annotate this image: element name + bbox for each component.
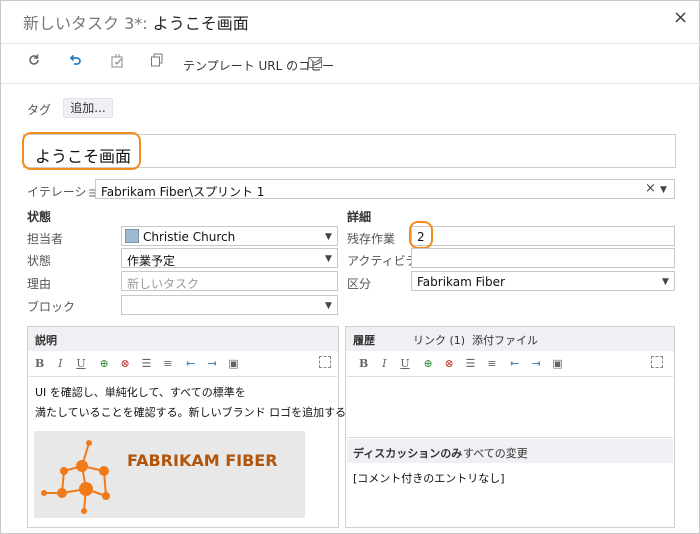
state-value: 作業予定 — [127, 254, 176, 268]
add-tag-button[interactable]: 追加... — [63, 98, 113, 118]
tab-history[interactable]: 履歴 — [353, 332, 375, 348]
state-label: 状態 — [27, 254, 52, 268]
save-template-icon[interactable] — [110, 53, 126, 73]
outdent-icon[interactable]: ⇤ — [186, 357, 195, 370]
dialog-title: 新しいタスク 3*: ようこそ画面 — [23, 10, 249, 34]
chevron-down-icon[interactable]: ▼ — [660, 185, 667, 195]
assigned-to-value: Christie Church — [143, 230, 236, 244]
maximize-icon[interactable] — [319, 356, 331, 368]
clear-icon[interactable]: × — [645, 181, 656, 196]
chevron-down-icon[interactable]: ▼ — [325, 301, 332, 311]
blocked-field[interactable] — [121, 295, 338, 315]
area-label: 区分 — [347, 277, 372, 291]
fabrikam-logo-image — [34, 431, 305, 518]
avatar — [125, 229, 139, 243]
logo-text: FABRIKAM FIBER — [127, 451, 278, 470]
history-format-toolbar: B I U ⊕ ⊗ ☰ ≡ ⇤ ⇥ ▣ — [359, 356, 569, 372]
underline-icon[interactable]: U — [400, 357, 409, 370]
remaining-work-field[interactable] — [411, 226, 675, 246]
reason-label: 理由 — [27, 277, 52, 291]
undo-icon[interactable] — [68, 53, 82, 71]
chevron-down-icon[interactable]: ▼ — [325, 232, 332, 242]
work-item-dialog: 新しいタスク 3*: ようこそ画面 × テンプレート URL のコピー タグ 追… — [0, 0, 700, 534]
title-field[interactable]: ようこそ画面 — [35, 143, 131, 167]
insert-link-icon[interactable]: ⊕ — [423, 357, 432, 370]
tab-discussion-only[interactable]: ディスカッションのみ — [353, 445, 462, 461]
copy-icon[interactable] — [150, 53, 164, 71]
remaining-work-value: 2 — [417, 230, 425, 244]
numbered-list-icon[interactable]: ≡ — [487, 357, 496, 370]
tab-attachments[interactable]: 添付ファイル — [472, 332, 538, 348]
bold-icon[interactable]: B — [35, 357, 44, 370]
tags-label: タグ — [27, 103, 52, 117]
description-format-toolbar: B I U ⊕ ⊗ ☰ ≡ ⇤ ⇥ ▣ — [35, 356, 245, 372]
close-icon[interactable]: × — [673, 7, 688, 28]
maximize-icon[interactable] — [651, 356, 663, 368]
description-line-2: 満たしていることを確認する。新しいブランド ロゴを追加する。 — [35, 406, 358, 419]
iteration-value: Fabrikam Fiber\スプリント 1 — [101, 185, 265, 199]
activity-field[interactable] — [411, 248, 675, 268]
underline-icon[interactable]: U — [76, 357, 85, 370]
outdent-icon[interactable]: ⇤ — [510, 357, 519, 370]
remaining-work-label: 残存作業 — [347, 232, 396, 246]
refresh-icon[interactable] — [27, 53, 41, 71]
title-name: ようこそ画面 — [152, 14, 249, 33]
comment-editor[interactable] — [347, 376, 673, 438]
status-header: 状態 — [27, 210, 52, 224]
description-panel-header — [28, 327, 338, 351]
toolbar-divider — [1, 83, 700, 84]
assigned-to-label: 担当者 — [27, 232, 64, 246]
logo-mark-icon — [41, 440, 110, 514]
details-header: 詳細 — [347, 210, 372, 224]
italic-icon[interactable]: I — [382, 357, 386, 370]
numbered-list-icon[interactable]: ≡ — [163, 357, 172, 370]
description-header: 説明 — [35, 334, 57, 347]
bold-icon[interactable]: B — [359, 357, 368, 370]
title-prefix: 新しいタスク 3*: — [23, 14, 148, 33]
remove-link-icon[interactable]: ⊗ — [120, 357, 129, 370]
tab-links[interactable]: リンク (1) — [413, 332, 465, 348]
blocked-label: ブロック — [27, 300, 76, 314]
indent-icon[interactable]: ⇥ — [531, 357, 540, 370]
indent-icon[interactable]: ⇥ — [207, 357, 216, 370]
image-icon[interactable]: ▣ — [552, 357, 562, 370]
image-icon[interactable]: ▣ — [228, 357, 238, 370]
tab-all-changes[interactable]: すべての変更 — [463, 445, 528, 461]
chevron-down-icon[interactable]: ▼ — [662, 277, 669, 287]
remove-link-icon[interactable]: ⊗ — [444, 357, 453, 370]
email-icon[interactable] — [308, 56, 322, 72]
italic-icon[interactable]: I — [58, 357, 62, 370]
bullet-list-icon[interactable]: ☰ — [142, 357, 152, 370]
insert-link-icon[interactable]: ⊕ — [99, 357, 108, 370]
area-value: Fabrikam Fiber — [417, 275, 505, 289]
reason-placeholder: 新しいタスク — [127, 277, 200, 291]
history-empty-text: [コメント付きのエントリなし] — [353, 472, 505, 485]
chevron-down-icon[interactable]: ▼ — [325, 254, 332, 264]
description-line-1: UI を確認し、単純化して、すべての標準を — [35, 386, 246, 399]
bullet-list-icon[interactable]: ☰ — [466, 357, 476, 370]
title-divider — [1, 43, 700, 44]
